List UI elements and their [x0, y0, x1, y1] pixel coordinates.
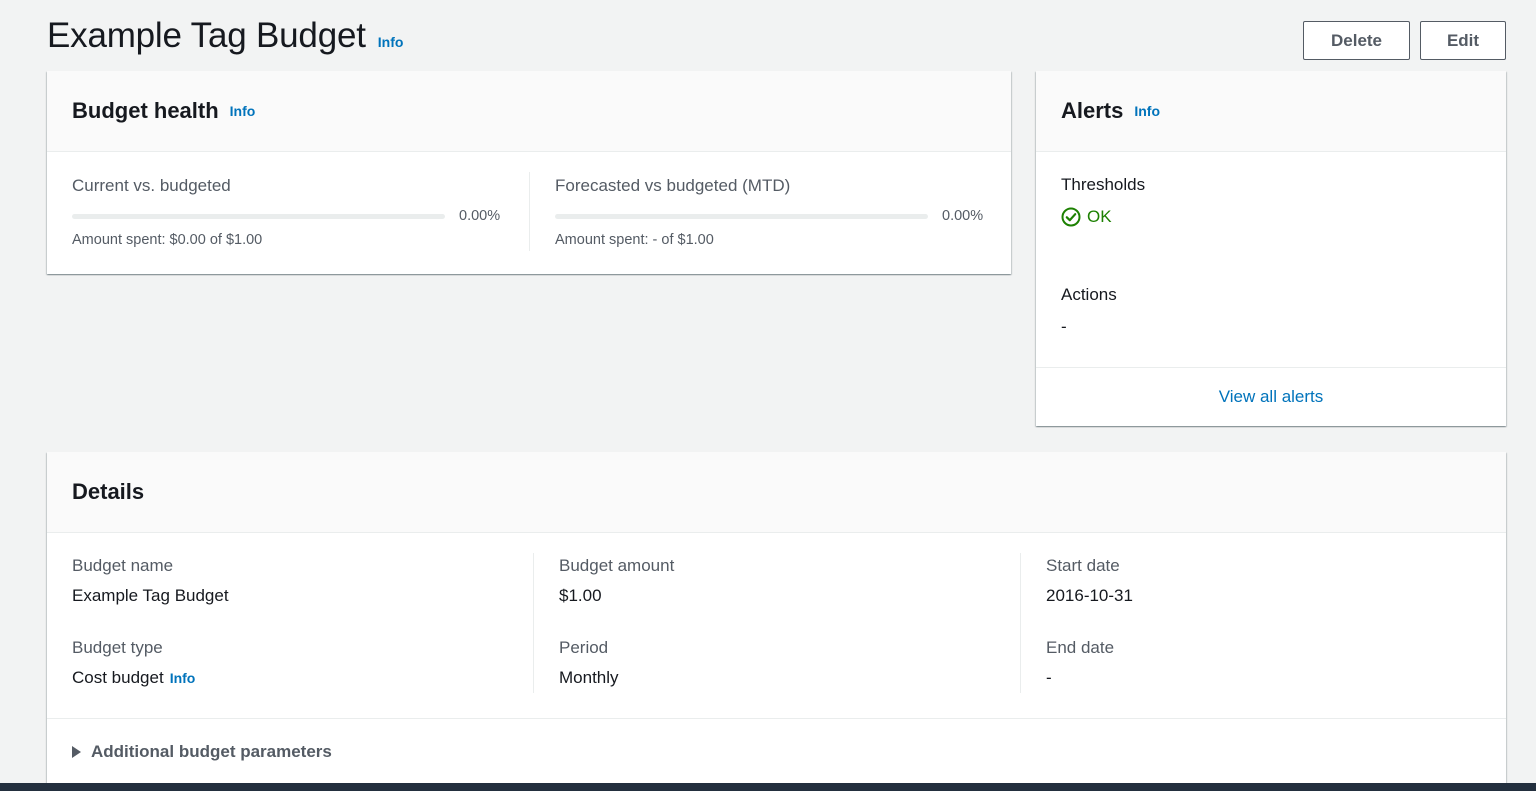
- details-title: Details: [72, 479, 145, 504]
- thresholds-label: Thresholds: [1061, 175, 1146, 194]
- period-label: Period: [559, 638, 609, 657]
- budget-name-label: Budget name: [72, 556, 174, 575]
- budget-type-info-link[interactable]: Info: [170, 670, 196, 686]
- period-value: Monthly: [559, 668, 619, 688]
- view-all-alerts-link[interactable]: View all alerts: [1219, 387, 1324, 407]
- alerts-header: Alerts Info: [1036, 71, 1506, 152]
- forecasted-amount-spent: Amount spent: - of $1.00: [555, 232, 714, 248]
- current-vs-budgeted: Current vs. budgeted 0.00% Amount spent:…: [72, 152, 532, 274]
- forecasted-percent: 0.00%: [942, 208, 984, 224]
- period-text: Monthly: [559, 668, 619, 687]
- budget-health-info-link[interactable]: Info: [230, 103, 256, 119]
- bottom-bar: [0, 783, 1536, 791]
- budget-detail-page: Example Tag Budget Info Delete Edit Budg…: [0, 0, 1536, 791]
- budget-health-header: Budget health Info: [47, 71, 1011, 152]
- actions-label: Actions: [1061, 285, 1117, 304]
- budget-amount-value: $1.00: [559, 586, 602, 606]
- budget-health-title: Budget health: [72, 98, 219, 123]
- budget-type-label: Budget type: [72, 638, 163, 657]
- start-date-label: Start date: [1046, 556, 1120, 575]
- forecasted-vs-budgeted: Forecasted vs budgeted (MTD) 0.00% Amoun…: [555, 152, 1005, 274]
- end-date-value: -: [1046, 668, 1052, 688]
- start-date-value: 2016-10-31: [1046, 586, 1133, 606]
- details-divider-1: [533, 553, 534, 693]
- alerts-card: Alerts Info Thresholds OK Actions - View…: [1036, 71, 1506, 426]
- budget-name-text: Example Tag Budget: [72, 586, 229, 605]
- page-title: Example Tag Budget: [47, 16, 366, 55]
- budget-type-text: Cost budget: [72, 668, 164, 687]
- health-divider: [529, 172, 530, 251]
- end-date-text: -: [1046, 668, 1052, 687]
- current-vs-budgeted-label: Current vs. budgeted: [72, 176, 231, 195]
- thresholds-status: OK: [1061, 207, 1112, 227]
- budget-health-body: Current vs. budgeted 0.00% Amount spent:…: [47, 152, 1011, 274]
- current-percent: 0.00%: [459, 208, 501, 224]
- caret-right-icon: [72, 746, 81, 758]
- budget-type-value: Cost budget Info: [72, 668, 195, 688]
- additional-budget-parameters-label: Additional budget parameters: [91, 742, 332, 761]
- details-card: Details Budget name Example Tag Budget B…: [47, 452, 1506, 791]
- details-body: Budget name Example Tag Budget Budget ty…: [47, 533, 1506, 719]
- delete-button[interactable]: Delete: [1303, 21, 1410, 60]
- alerts-info-link[interactable]: Info: [1134, 103, 1160, 119]
- start-date-text: 2016-10-31: [1046, 586, 1133, 605]
- forecasted-vs-budgeted-label: Forecasted vs budgeted (MTD): [555, 176, 791, 195]
- thresholds-status-text: OK: [1087, 207, 1112, 226]
- forecasted-progress-bar: [555, 214, 928, 219]
- page-info-link[interactable]: Info: [378, 34, 404, 50]
- current-progress-bar: [72, 214, 445, 219]
- additional-budget-parameters-toggle[interactable]: Additional budget parameters: [72, 742, 332, 762]
- budget-name-value: Example Tag Budget: [72, 586, 229, 606]
- budget-health-card: Budget health Info Current vs. budgeted …: [47, 71, 1011, 274]
- alerts-title: Alerts: [1061, 98, 1124, 123]
- alerts-footer: View all alerts: [1036, 367, 1506, 426]
- page-header: Example Tag Budget Info: [47, 16, 403, 56]
- budget-amount-label: Budget amount: [559, 556, 675, 575]
- budget-amount-text: $1.00: [559, 586, 602, 605]
- edit-button[interactable]: Edit: [1420, 21, 1506, 60]
- end-date-label: End date: [1046, 638, 1115, 657]
- actions-value: -: [1061, 317, 1067, 336]
- details-divider-2: [1020, 553, 1021, 693]
- check-circle-icon: [1061, 207, 1081, 227]
- current-amount-spent: Amount spent: $0.00 of $1.00: [72, 232, 263, 248]
- details-header: Details: [47, 452, 1506, 533]
